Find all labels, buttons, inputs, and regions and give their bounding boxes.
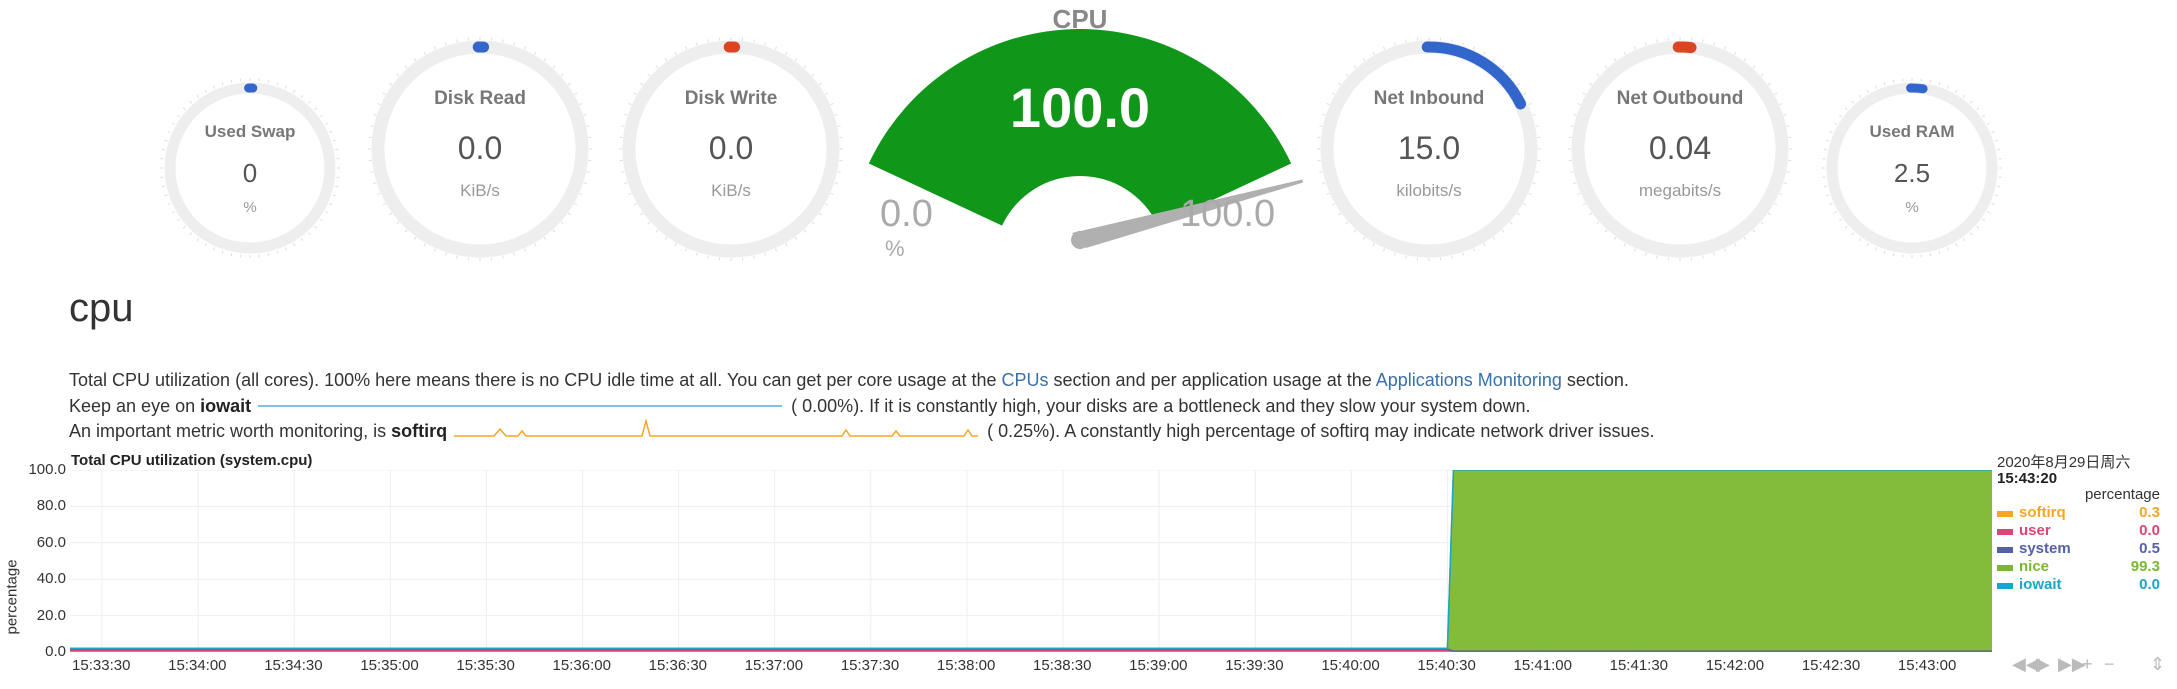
legend-series-value: 99.3 [2130,558,2160,575]
section-description-line1: Total CPU utilization (all cores). 100% … [69,370,1629,391]
legend-series-value: 0.0 [2139,576,2160,593]
x-tick-label: 15:36:30 [648,657,708,674]
zoom-out-button[interactable]: − [2104,654,2115,675]
y-tick-label: 60.0 [36,533,66,551]
iowait-sparkline[interactable] [256,396,786,410]
cpu-gauge-unit: % [885,236,905,261]
play-button[interactable]: ▶ [2036,654,2050,675]
y-tick-label: 100.0 [28,461,66,478]
cpu-gauge[interactable]: CPU 100.0 0.0 100.0 % [0,0,2177,270]
x-tick-label: 15:36:00 [552,657,611,674]
desc-text: section and per application usage at the [1048,370,1376,390]
legend-series-value: 0.3 [2139,504,2160,521]
x-tick-label: 15:37:00 [744,657,804,674]
cpu-gauge-needle-hub [1071,231,1089,249]
desc-text: An important metric worth monitoring, is [69,421,392,441]
desc-text: ( 0.00%). If it is constantly high, your… [791,396,1531,416]
legend-series-name: system [2019,540,2071,557]
legend-swatch [1997,583,2013,589]
x-tick-label: 15:34:30 [264,657,323,674]
series-area-nice [70,470,1992,651]
x-tick-label: 15:35:30 [456,657,515,674]
desc-text: Total CPU utilization (all cores). 100% … [69,370,1002,390]
y-axis-label: percentage [3,559,21,635]
legend-item-system[interactable]: system 0.5 [1997,540,2160,558]
legend-time: 15:43:20 [1997,470,2058,487]
x-tick-label: 15:34:00 [168,657,227,674]
legend-series-value: 0.5 [2139,540,2160,557]
iowait-label: iowait [200,396,252,416]
cpu-gauge-min: 0.0 [880,193,933,235]
legend-item-softirq[interactable]: softirq 0.3 [1997,504,2160,522]
chart-title: Total CPU utilization (system.cpu) [71,452,313,469]
zoom-in-button[interactable]: + [2082,654,2093,675]
x-tick-label: 15:38:00 [936,657,996,674]
legend-series-name: softirq [2019,504,2066,521]
cpu-chart-plot[interactable] [70,470,1992,652]
section-title: cpu [69,286,134,330]
legend-swatch [1997,565,2013,571]
softirq-label: softirq [391,421,448,441]
legend-swatch [1997,547,2013,553]
resize-handle[interactable]: ⇕ [2150,654,2165,675]
applications-monitoring-link[interactable]: Applications Monitoring [1376,370,1562,390]
legend-swatch [1997,529,2013,535]
legend-units: percentage [2084,486,2160,503]
legend-item-nice[interactable]: nice 99.3 [1997,558,2160,576]
legend-series-value: 0.0 [2139,522,2160,539]
x-tick-label: 15:42:30 [1801,657,1861,674]
desc-text: ( 0.25%). A constantly high percentage o… [987,421,1655,441]
cpu-gauge-max: 100.0 [1180,193,1276,235]
x-tick-label: 15:35:00 [360,657,419,674]
x-tick-label: 15:39:00 [1129,657,1188,674]
y-tick-label: 0.0 [45,643,66,660]
gauge-row: Used Swap 0 % Disk Read 0.0 KiB/s Disk W… [0,0,2177,270]
y-tick-label: 40.0 [36,570,66,588]
x-tick-label: 15:33:30 [72,657,131,674]
legend-date: 2020年8月29日周六 [1997,454,2131,471]
x-tick-label: 15:40:00 [1321,657,1380,674]
y-tick-label: 80.0 [36,497,66,515]
legend-series-name: iowait [2019,576,2062,593]
legend-series-name: nice [2019,558,2050,575]
section-description-line3: An important metric worth monitoring, is… [69,418,1655,443]
legend-swatch [1997,511,2013,517]
cpu-gauge-value: 100.0 [1009,76,1151,139]
cpus-link[interactable]: CPUs [1002,370,1049,390]
section-description-line2: Keep an eye on iowait ( 0.00%). If it is… [69,396,1531,417]
x-tick-label: 15:42:00 [1705,657,1765,674]
y-tick-label: 20.0 [36,606,66,624]
x-tick-label: 15:41:00 [1513,657,1572,674]
desc-text: Keep an eye on [69,396,201,416]
softirq-sparkline[interactable] [452,417,982,439]
x-tick-label: 15:37:30 [840,657,900,674]
legend-item-user[interactable]: user 0.0 [1997,522,2160,540]
x-tick-label: 15:39:30 [1225,657,1284,674]
desc-text: section. [1561,370,1629,390]
x-tick-label: 15:38:30 [1033,657,1092,674]
legend-item-iowait[interactable]: iowait 0.0 [1997,576,2160,594]
legend-series-name: user [2019,522,2051,539]
x-tick-label: 15:43:00 [1897,657,1957,674]
cpu-gauge-title: CPU [1052,4,1108,34]
x-tick-label: 15:41:30 [1609,657,1669,674]
x-tick-label: 15:40:30 [1417,657,1476,674]
